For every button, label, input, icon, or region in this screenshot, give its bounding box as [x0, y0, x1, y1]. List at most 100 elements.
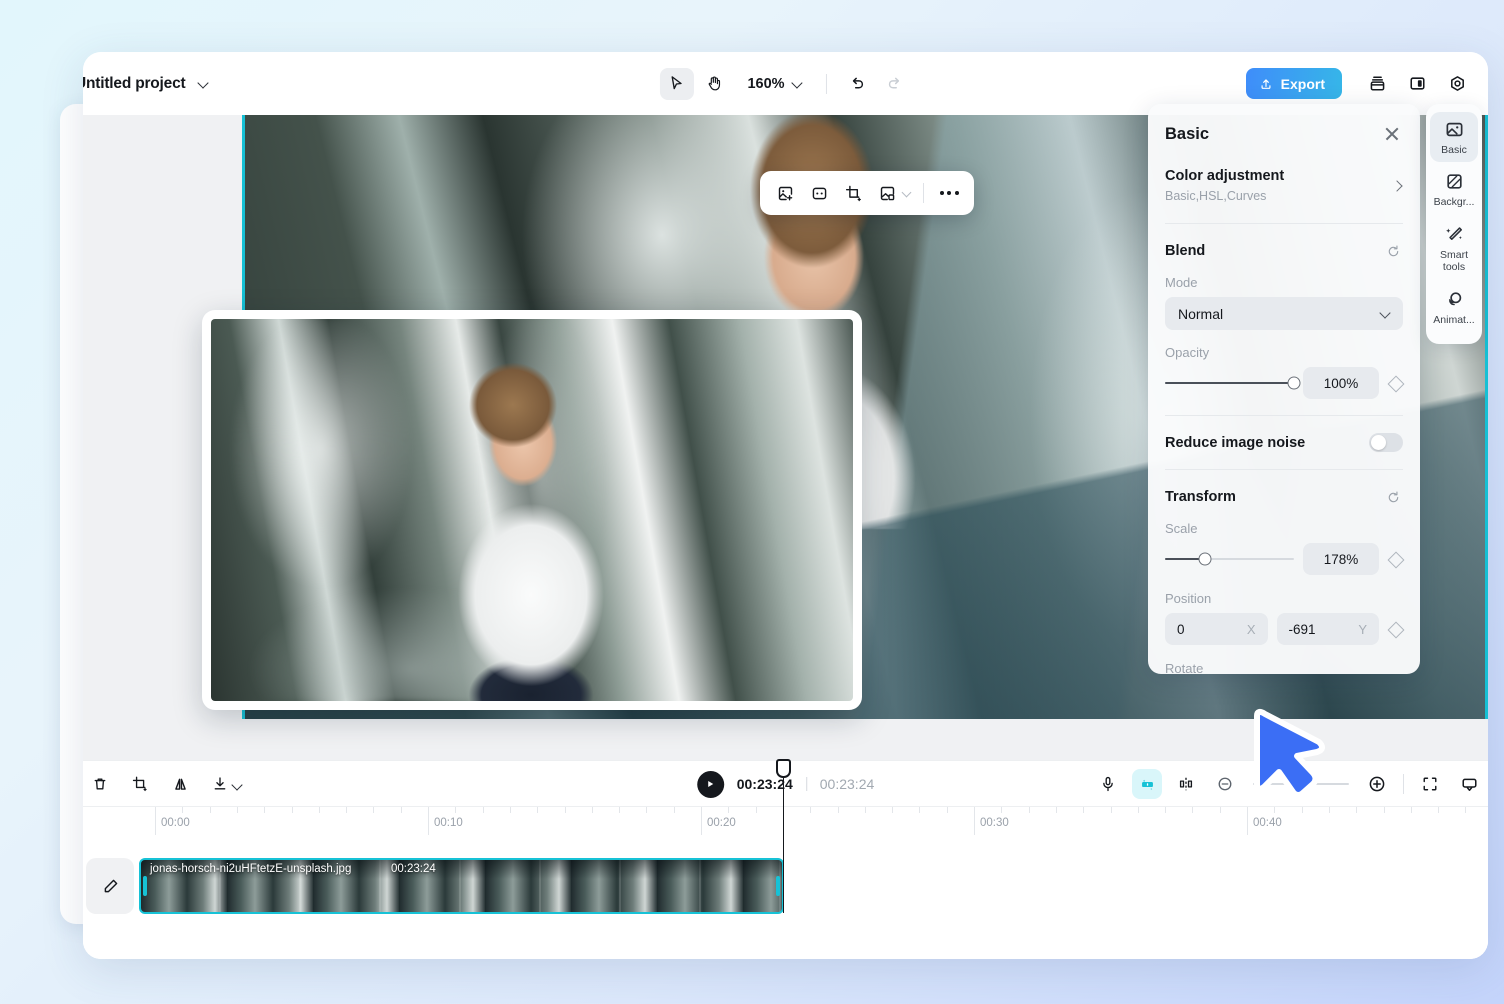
- fit-screen-icon: [1423, 777, 1437, 791]
- selected-image-card[interactable]: [202, 310, 862, 710]
- chevron-down-icon: [1380, 308, 1391, 319]
- position-y-input[interactable]: -691 Y: [1276, 613, 1379, 645]
- ruler-tick-minor: [646, 807, 648, 813]
- download-clip-button[interactable]: [205, 769, 247, 799]
- ruler-tick-minor: [346, 807, 348, 813]
- split-clip-button[interactable]: [1171, 769, 1201, 799]
- ruler-tick-minor: [1055, 807, 1057, 813]
- zoom-level-dropdown[interactable]: 160%: [735, 68, 812, 100]
- tab-background[interactable]: Backgr...: [1430, 164, 1478, 214]
- ruler-tick-minor: [482, 807, 484, 813]
- zoom-level-value: 160%: [747, 75, 785, 92]
- tab-animations-label: Animat...: [1433, 313, 1475, 326]
- chevron-down-icon[interactable]: [903, 189, 912, 198]
- voiceover-button[interactable]: [1093, 769, 1123, 799]
- mask-button[interactable]: [803, 177, 835, 209]
- toggle-knob: [1371, 435, 1386, 450]
- ai-tools-icon: [1141, 779, 1153, 790]
- scale-slider[interactable]: [1165, 552, 1294, 566]
- zoom-out-button[interactable]: [1210, 769, 1240, 799]
- select-tool-button[interactable]: [659, 67, 694, 100]
- section-divider: [1165, 469, 1403, 470]
- ruler-tick-minor: [1028, 807, 1030, 813]
- undo-button[interactable]: [840, 68, 874, 100]
- blend-mode-select[interactable]: Normal: [1165, 297, 1403, 330]
- opacity-slider-knob[interactable]: [1287, 376, 1301, 390]
- zoom-in-button[interactable]: [1362, 769, 1392, 799]
- timeline-ruler[interactable]: 00:00 00:10 00:20 00:30 00:40: [83, 806, 1488, 840]
- fit-screen-button[interactable]: [1415, 769, 1445, 799]
- ruler-tick-minor: [537, 807, 539, 813]
- ruler-tick-minor: [892, 807, 894, 813]
- play-button[interactable]: [696, 770, 724, 798]
- ruler-tick-label: 00:30: [980, 817, 1009, 829]
- remove-background-button[interactable]: [871, 177, 903, 209]
- hand-icon: [708, 76, 721, 91]
- export-button[interactable]: Export: [1245, 68, 1342, 99]
- timeline-clip[interactable]: jonas-horsch-ni2uHFtetzE-unsplash.jpg 00…: [139, 858, 784, 914]
- ruler-tick-minor: [1137, 807, 1139, 813]
- close-panel-button[interactable]: [1381, 123, 1403, 145]
- timeline-track-area[interactable]: jonas-horsch-ni2uHFtetzE-unsplash.jpg 00…: [83, 840, 1488, 959]
- scale-value-input[interactable]: 178%: [1303, 543, 1379, 575]
- project-title-menu[interactable]: Untitled project: [83, 75, 209, 93]
- right-tab-rail: Basic Backgr... Smart tools Animat...: [1426, 104, 1482, 344]
- hand-tool-button[interactable]: [697, 68, 731, 100]
- layers-button[interactable]: [1360, 68, 1394, 100]
- scale-keyframe-button[interactable]: [1388, 552, 1403, 567]
- crop-clip-button[interactable]: [125, 769, 155, 799]
- timeline-zoom-slider[interactable]: [1253, 782, 1349, 786]
- color-adjustment-title: Color adjustment: [1165, 168, 1285, 184]
- ruler-tick-minor: [1219, 807, 1221, 813]
- position-label: Position: [1165, 591, 1212, 606]
- split-view-button[interactable]: [1400, 68, 1434, 100]
- ruler-tick-minor: [1438, 807, 1440, 813]
- ruler-tick-minor: [755, 807, 757, 813]
- ruler-tick-minor: [946, 807, 948, 813]
- clip-handle-left[interactable]: [143, 876, 147, 896]
- delete-clip-button[interactable]: [85, 769, 115, 799]
- more-options-button[interactable]: [933, 177, 965, 209]
- pencil-icon: [104, 879, 117, 892]
- track-edit-button[interactable]: [86, 858, 134, 914]
- position-keyframe-button[interactable]: [1388, 622, 1403, 637]
- preview-monitor-icon: [1461, 778, 1477, 791]
- toolbar-divider: [923, 183, 924, 203]
- ruler-tick-minor: [728, 807, 730, 813]
- flip-clip-button[interactable]: [165, 769, 195, 799]
- tab-smart-tools[interactable]: Smart tools: [1430, 217, 1478, 280]
- smart-crop-button[interactable]: [837, 177, 869, 209]
- ruler-tick-minor: [209, 807, 211, 813]
- opacity-slider[interactable]: [1165, 376, 1301, 390]
- preview-button[interactable]: [1454, 769, 1484, 799]
- scale-slider-knob[interactable]: [1198, 552, 1212, 566]
- playhead-handle[interactable]: [776, 759, 791, 778]
- ruler-tick-minor: [455, 807, 457, 813]
- add-image-button[interactable]: [769, 177, 801, 209]
- settings-button[interactable]: [1440, 68, 1474, 100]
- playhead[interactable]: [776, 759, 791, 913]
- toolbar-divider: [825, 73, 827, 94]
- reduce-noise-toggle[interactable]: [1369, 433, 1403, 452]
- reset-transform-button[interactable]: [1383, 487, 1403, 507]
- ai-tools-button[interactable]: [1132, 769, 1162, 799]
- opacity-keyframe-button[interactable]: [1388, 376, 1403, 391]
- color-adjustment-row[interactable]: Color adjustment Basic,HSL,Curves: [1165, 168, 1403, 223]
- redo-button[interactable]: [878, 68, 912, 100]
- current-time: 00:23:24: [736, 776, 793, 792]
- upload-icon: [1261, 78, 1271, 89]
- zoom-out-icon: [1218, 777, 1232, 791]
- zoom-in-icon: [1369, 776, 1385, 792]
- tab-animations[interactable]: Animat...: [1430, 282, 1478, 332]
- ruler-tick-minor: [1001, 807, 1003, 813]
- clip-handle-right[interactable]: [776, 876, 780, 896]
- reset-blend-button[interactable]: [1383, 241, 1403, 261]
- opacity-value-input[interactable]: 100%: [1303, 367, 1379, 399]
- tab-basic[interactable]: Basic: [1430, 112, 1478, 163]
- position-x-input[interactable]: 0 X: [1165, 613, 1268, 645]
- chevron-right-icon: [1393, 181, 1403, 191]
- mask-icon: [812, 187, 826, 199]
- opacity-slider-fill: [1165, 381, 1294, 385]
- ruler-tick-minor: [1410, 807, 1412, 813]
- ruler-tick-minor: [318, 807, 320, 813]
